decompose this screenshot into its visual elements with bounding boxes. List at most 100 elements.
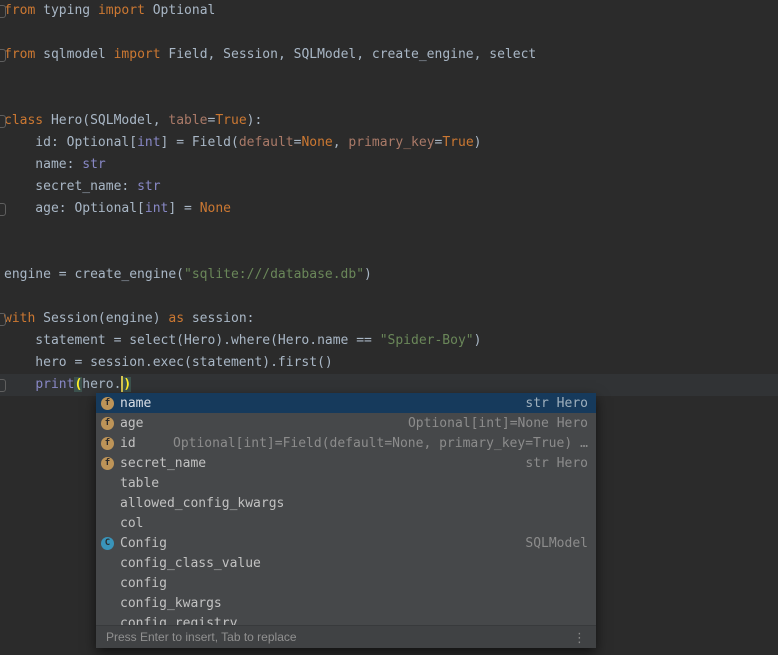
field-icon: f <box>101 417 114 430</box>
completion-item[interactable]: fid Optional[int]=Field(default=None, pri… <box>96 433 596 453</box>
completion-label: col <box>120 516 143 531</box>
code-token: , <box>333 135 349 150</box>
code-token: sqlmodel <box>35 47 113 62</box>
code-token: from <box>4 3 35 18</box>
completion-item[interactable]: fageOptional[int]=None Hero <box>96 413 596 433</box>
code-line[interactable]: hero = session.exec(statement).first() <box>0 352 778 374</box>
code-line[interactable] <box>0 88 778 110</box>
completion-label: config_kwargs <box>120 596 222 611</box>
code-line[interactable]: from sqlmodel import Field, Session, SQL… <box>0 44 778 66</box>
completion-type-hint: … <box>580 436 588 451</box>
code-token: ): <box>247 113 263 128</box>
code-token: True <box>215 113 246 128</box>
gutter-icon <box>0 115 6 128</box>
field-icon: f <box>101 397 114 410</box>
completion-type-hint: str Hero <box>525 456 588 471</box>
completion-item[interactable]: config_kwargs <box>96 593 596 613</box>
code-token: hero. <box>82 377 121 392</box>
code-token: None <box>301 135 332 150</box>
completion-label: Config <box>120 536 167 551</box>
code-token: name: <box>4 157 82 172</box>
code-line[interactable]: class Hero(SQLModel, table=True): <box>0 110 778 132</box>
code-token: Optional <box>145 3 215 18</box>
code-token: ) <box>364 267 372 282</box>
completion-type-hint: str Hero <box>525 396 588 411</box>
code-token: as <box>168 311 184 326</box>
completion-item[interactable]: allowed_config_kwargs <box>96 493 596 513</box>
code-token: str <box>137 179 160 194</box>
completion-item[interactable]: config <box>96 573 596 593</box>
code-token: import <box>98 3 145 18</box>
code-token: ] = Field( <box>161 135 239 150</box>
code-token: Field, Session, SQLModel, create_engine,… <box>161 47 537 62</box>
code-line[interactable] <box>0 286 778 308</box>
code-line[interactable]: from typing import Optional <box>0 0 778 22</box>
code-token <box>4 377 35 392</box>
code-token: Hero(SQLModel, <box>43 113 168 128</box>
code-line[interactable]: statement = select(Hero).where(Hero.name… <box>0 330 778 352</box>
field-icon: f <box>101 437 114 450</box>
code-token: engine = create_engine( <box>4 267 184 282</box>
completion-item[interactable]: col <box>96 513 596 533</box>
code-line[interactable]: id: Optional[int] = Field(default=None, … <box>0 132 778 154</box>
code-line[interactable]: name: str <box>0 154 778 176</box>
code-line[interactable]: engine = create_engine("sqlite:///databa… <box>0 264 778 286</box>
code-token: import <box>114 47 161 62</box>
code-token: statement = select(Hero).where(Hero.name… <box>4 333 380 348</box>
code-line[interactable]: with Session(engine) as session: <box>0 308 778 330</box>
code-token: primary_key <box>348 135 434 150</box>
code-token: None <box>200 201 231 216</box>
completion-label: secret_name <box>120 456 206 471</box>
footer-hint: Press Enter to insert, Tab to replace <box>106 630 297 644</box>
code-token: hero = session.exec(statement).first() <box>4 355 333 370</box>
code-line[interactable] <box>0 220 778 242</box>
code-line[interactable] <box>0 66 778 88</box>
code-token: default <box>239 135 294 150</box>
code-token: age: Optional[ <box>4 201 145 216</box>
completion-label: id <box>120 436 136 451</box>
code-token: int <box>137 135 160 150</box>
completion-item[interactable]: CConfigSQLModel <box>96 533 596 553</box>
icon-placeholder <box>101 557 114 570</box>
code-token: table <box>168 113 207 128</box>
icon-placeholder <box>101 617 114 626</box>
completion-label: name <box>120 396 151 411</box>
code-token: session: <box>184 311 254 326</box>
gutter-icon <box>0 5 6 18</box>
code-line[interactable]: secret_name: str <box>0 176 778 198</box>
completion-type-hint: SQLModel <box>525 536 588 551</box>
completion-label: table <box>120 476 159 491</box>
gutter-icon <box>0 203 6 216</box>
completion-tail-hint: Optional[int]=Field(default=None, primar… <box>173 436 572 451</box>
completion-item[interactable]: fsecret_namestr Hero <box>96 453 596 473</box>
autocomplete-popup: fnamestr HerofageOptional[int]=None Hero… <box>96 393 596 648</box>
code-token: print <box>35 377 74 392</box>
code-token: str <box>82 157 105 172</box>
completion-list: fnamestr HerofageOptional[int]=None Hero… <box>96 393 596 625</box>
icon-placeholder <box>101 477 114 490</box>
completion-footer: Press Enter to insert, Tab to replace ⋮ <box>96 625 596 648</box>
completion-item[interactable]: config_registry <box>96 613 596 625</box>
completion-label: config_registry <box>120 616 237 626</box>
completion-label: allowed_config_kwargs <box>120 496 284 511</box>
code-token: ] = <box>168 201 199 216</box>
code-token: from <box>4 47 35 62</box>
completion-item[interactable]: fname str Hero <box>96 393 596 413</box>
icon-placeholder <box>101 517 114 530</box>
gutter-icon <box>0 49 6 62</box>
more-options-icon[interactable]: ⋮ <box>573 631 586 644</box>
completion-item[interactable]: table <box>96 473 596 493</box>
icon-placeholder <box>101 577 114 590</box>
icon-placeholder <box>101 597 114 610</box>
code-token: id: Optional[ <box>4 135 137 150</box>
code-token: ) <box>123 377 131 392</box>
code-token: True <box>442 135 473 150</box>
code-line[interactable]: age: Optional[int] = None <box>0 198 778 220</box>
gutter-icon <box>0 379 6 392</box>
code-line[interactable] <box>0 22 778 44</box>
code-token: class <box>4 113 43 128</box>
completion-label: age <box>120 416 143 431</box>
code-editor[interactable]: from typing import Optionalfrom sqlmodel… <box>0 0 778 396</box>
code-line[interactable] <box>0 242 778 264</box>
completion-item[interactable]: config_class_value <box>96 553 596 573</box>
